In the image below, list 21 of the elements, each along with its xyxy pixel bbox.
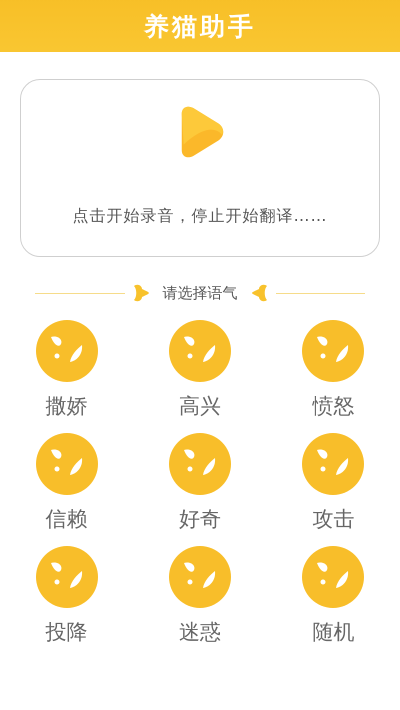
cat-face-icon[interactable] — [168, 432, 232, 496]
tone-label[interactable]: 投降 — [46, 618, 88, 646]
tone-label[interactable]: 撒娇 — [46, 392, 88, 420]
cat-face-icon[interactable] — [301, 545, 366, 609]
tone-label[interactable]: 随机 — [312, 618, 354, 646]
tone-label[interactable]: 愤怒 — [312, 392, 354, 420]
section-title: 请选择语气 — [162, 284, 238, 302]
cat-face-icon[interactable] — [168, 319, 232, 383]
tone-label[interactable]: 好奇 — [178, 505, 221, 533]
tone-label[interactable]: 攻击 — [312, 505, 354, 533]
cat-face-icon[interactable] — [34, 432, 99, 496]
tone-label[interactable]: 信赖 — [46, 505, 88, 533]
record-hint: 点击开始录音，停止开始翻译…… — [72, 206, 328, 227]
cat-face-icon[interactable] — [301, 319, 366, 383]
cat-face-icon[interactable] — [168, 545, 232, 609]
tone-label[interactable]: 高兴 — [178, 392, 221, 420]
cat-face-icon[interactable] — [301, 432, 366, 496]
tone-label[interactable]: 迷惑 — [178, 618, 221, 646]
cat-face-icon[interactable] — [34, 545, 99, 609]
app-title: 养猫助手 — [144, 10, 256, 42]
cat-face-icon[interactable] — [34, 319, 99, 383]
